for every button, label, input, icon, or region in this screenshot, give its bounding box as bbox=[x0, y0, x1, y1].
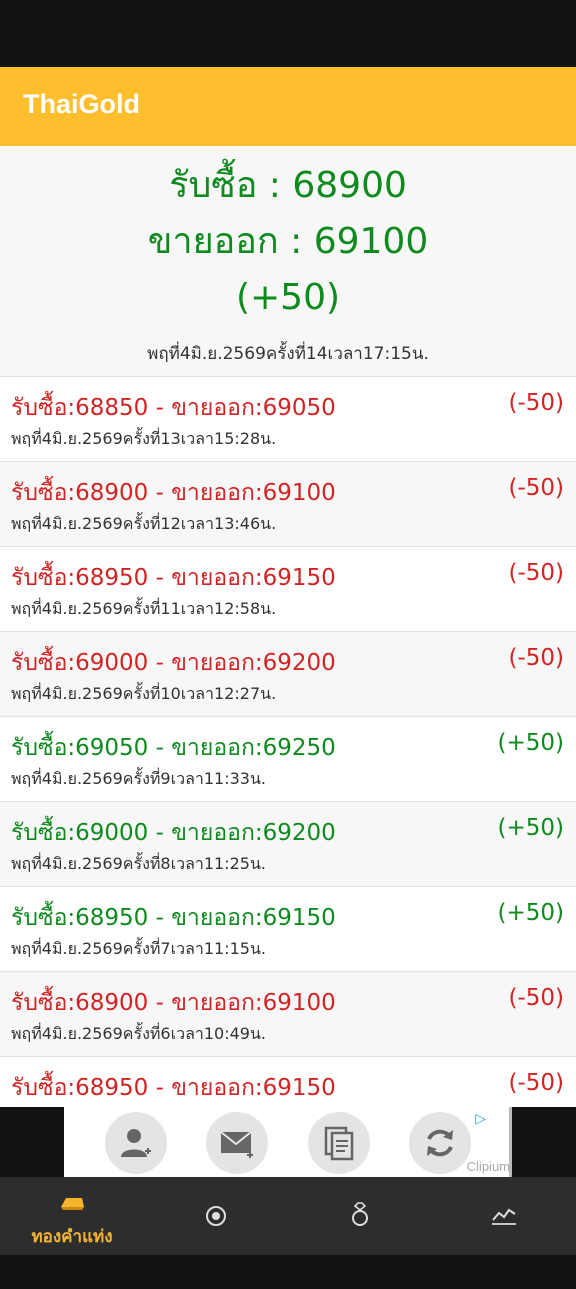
nav-tab-gold-bar[interactable]: ทองคำแท่ง bbox=[0, 1177, 144, 1255]
history-time: พฤที่4มิ.ย.2569ครั้งที่7เวลา11:15น. bbox=[11, 939, 266, 958]
ad-banner-area: ▷ Clipium bbox=[0, 1107, 576, 1177]
history-row[interactable]: รับซื้อ:68900 - ขายออก:69100 (-50) พฤที่… bbox=[0, 972, 576, 1057]
price-history-list[interactable]: รับซื้อ:68850 - ขายออก:69050 (-50) พฤที่… bbox=[0, 377, 576, 1107]
system-navigation-bar bbox=[0, 1255, 576, 1289]
add-contact-icon[interactable] bbox=[105, 1112, 167, 1174]
current-price-panel: รับซื้อ : 68900 ขายออก : 69100 (+50) พฤท… bbox=[0, 146, 576, 377]
ad-brand-label: Clipium bbox=[466, 1159, 510, 1174]
add-mail-icon[interactable] bbox=[206, 1112, 268, 1174]
history-time: พฤที่4มิ.ย.2569ครั้งที่8เวลา11:25น. bbox=[11, 854, 266, 873]
history-row[interactable]: รับซื้อ:68850 - ขายออก:69050 (-50) พฤที่… bbox=[0, 377, 576, 462]
history-change: (+50) bbox=[497, 730, 564, 756]
current-sell-price: ขายออก : 69100 bbox=[147, 221, 429, 262]
history-price: รับซื้อ:68950 - ขายออก:69150 bbox=[11, 1075, 336, 1101]
status-bar bbox=[0, 0, 576, 67]
history-row[interactable]: รับซื้อ:68900 - ขายออก:69100 (-50) พฤที่… bbox=[0, 462, 576, 547]
history-change: (-50) bbox=[508, 645, 564, 671]
ad-choices-icon[interactable]: ▷ bbox=[475, 1111, 486, 1127]
history-price: รับซื้อ:68850 - ขายออก:69050 bbox=[11, 395, 336, 421]
history-time: พฤที่4มิ.ย.2569ครั้งที่9เวลา11:33น. bbox=[11, 769, 266, 788]
history-price: รับซื้อ:69000 - ขายออก:69200 bbox=[11, 820, 336, 846]
history-price: รับซื้อ:68900 - ขายออก:69100 bbox=[11, 480, 336, 506]
history-change: (+50) bbox=[497, 815, 564, 841]
history-time: พฤที่4มิ.ย.2569ครั้งที่12เวลา13:46น. bbox=[11, 514, 277, 533]
history-change: (-50) bbox=[508, 475, 564, 501]
ring-icon bbox=[352, 1202, 368, 1226]
history-row[interactable]: รับซื้อ:68950 - ขายออก:69150 (+50) พฤที่… bbox=[0, 887, 576, 972]
history-row[interactable]: รับซื้อ:69000 - ขายออก:69200 (+50) พฤที่… bbox=[0, 802, 576, 887]
history-change: (-50) bbox=[508, 390, 564, 416]
last-updated-text: พฤที่4มิ.ย.2569ครั้งที่14เวลา17:15น. bbox=[147, 344, 429, 364]
current-buy-price: รับซื้อ : 68900 bbox=[169, 165, 407, 206]
nav-tab-chart[interactable] bbox=[432, 1177, 576, 1255]
history-price: รับซื้อ:69000 - ขายออก:69200 bbox=[11, 650, 336, 676]
bottom-navigation: ทองคำแท่ง bbox=[0, 1177, 576, 1255]
history-row[interactable]: รับซื้อ:69000 - ขายออก:69200 (-50) พฤที่… bbox=[0, 632, 576, 717]
history-price: รับซื้อ:69050 - ขายออก:69250 bbox=[11, 735, 336, 761]
gold-ornament-icon bbox=[206, 1206, 226, 1226]
nav-tab-label: ทองคำแท่ง bbox=[31, 1227, 113, 1247]
nav-tab-ornament[interactable] bbox=[144, 1177, 288, 1255]
history-change: (+50) bbox=[497, 900, 564, 926]
history-price: รับซื้อ:68900 - ขายออก:69100 bbox=[11, 990, 336, 1016]
gold-bar-icon bbox=[61, 1198, 84, 1210]
ad-edge bbox=[509, 1107, 512, 1177]
current-price-change: (+50) bbox=[235, 277, 341, 318]
app-title: ThaiGold bbox=[23, 89, 140, 119]
history-change: (-50) bbox=[508, 985, 564, 1011]
sync-icon[interactable] bbox=[409, 1112, 471, 1174]
history-change: (-50) bbox=[508, 1070, 564, 1096]
history-row[interactable]: รับซื้อ:68950 - ขายออก:69150 (-50) พฤที่… bbox=[0, 547, 576, 632]
history-price: รับซื้อ:68950 - ขายออก:69150 bbox=[11, 905, 336, 931]
history-time: พฤที่4มิ.ย.2569ครั้งที่13เวลา15:28น. bbox=[11, 429, 277, 448]
ad-banner[interactable]: ▷ Clipium bbox=[64, 1107, 512, 1177]
chart-trend-icon bbox=[492, 1208, 516, 1225]
history-time: พฤที่4มิ.ย.2569ครั้งที่10เวลา12:27น. bbox=[11, 684, 277, 703]
history-time: พฤที่4มิ.ย.2569ครั้งที่6เวลา10:49น. bbox=[11, 1024, 266, 1043]
history-row[interactable]: รับซื้อ:68950 - ขายออก:69150 (-50) bbox=[0, 1057, 576, 1107]
history-price: รับซื้อ:68950 - ขายออก:69150 bbox=[11, 565, 336, 591]
app-bar: ThaiGold bbox=[0, 67, 576, 146]
clipboard-copy-icon[interactable] bbox=[308, 1112, 370, 1174]
history-row[interactable]: รับซื้อ:69050 - ขายออก:69250 (+50) พฤที่… bbox=[0, 717, 576, 802]
nav-tab-ring[interactable] bbox=[288, 1177, 432, 1255]
history-time: พฤที่4มิ.ย.2569ครั้งที่11เวลา12:58น. bbox=[11, 599, 277, 618]
history-change: (-50) bbox=[508, 560, 564, 586]
